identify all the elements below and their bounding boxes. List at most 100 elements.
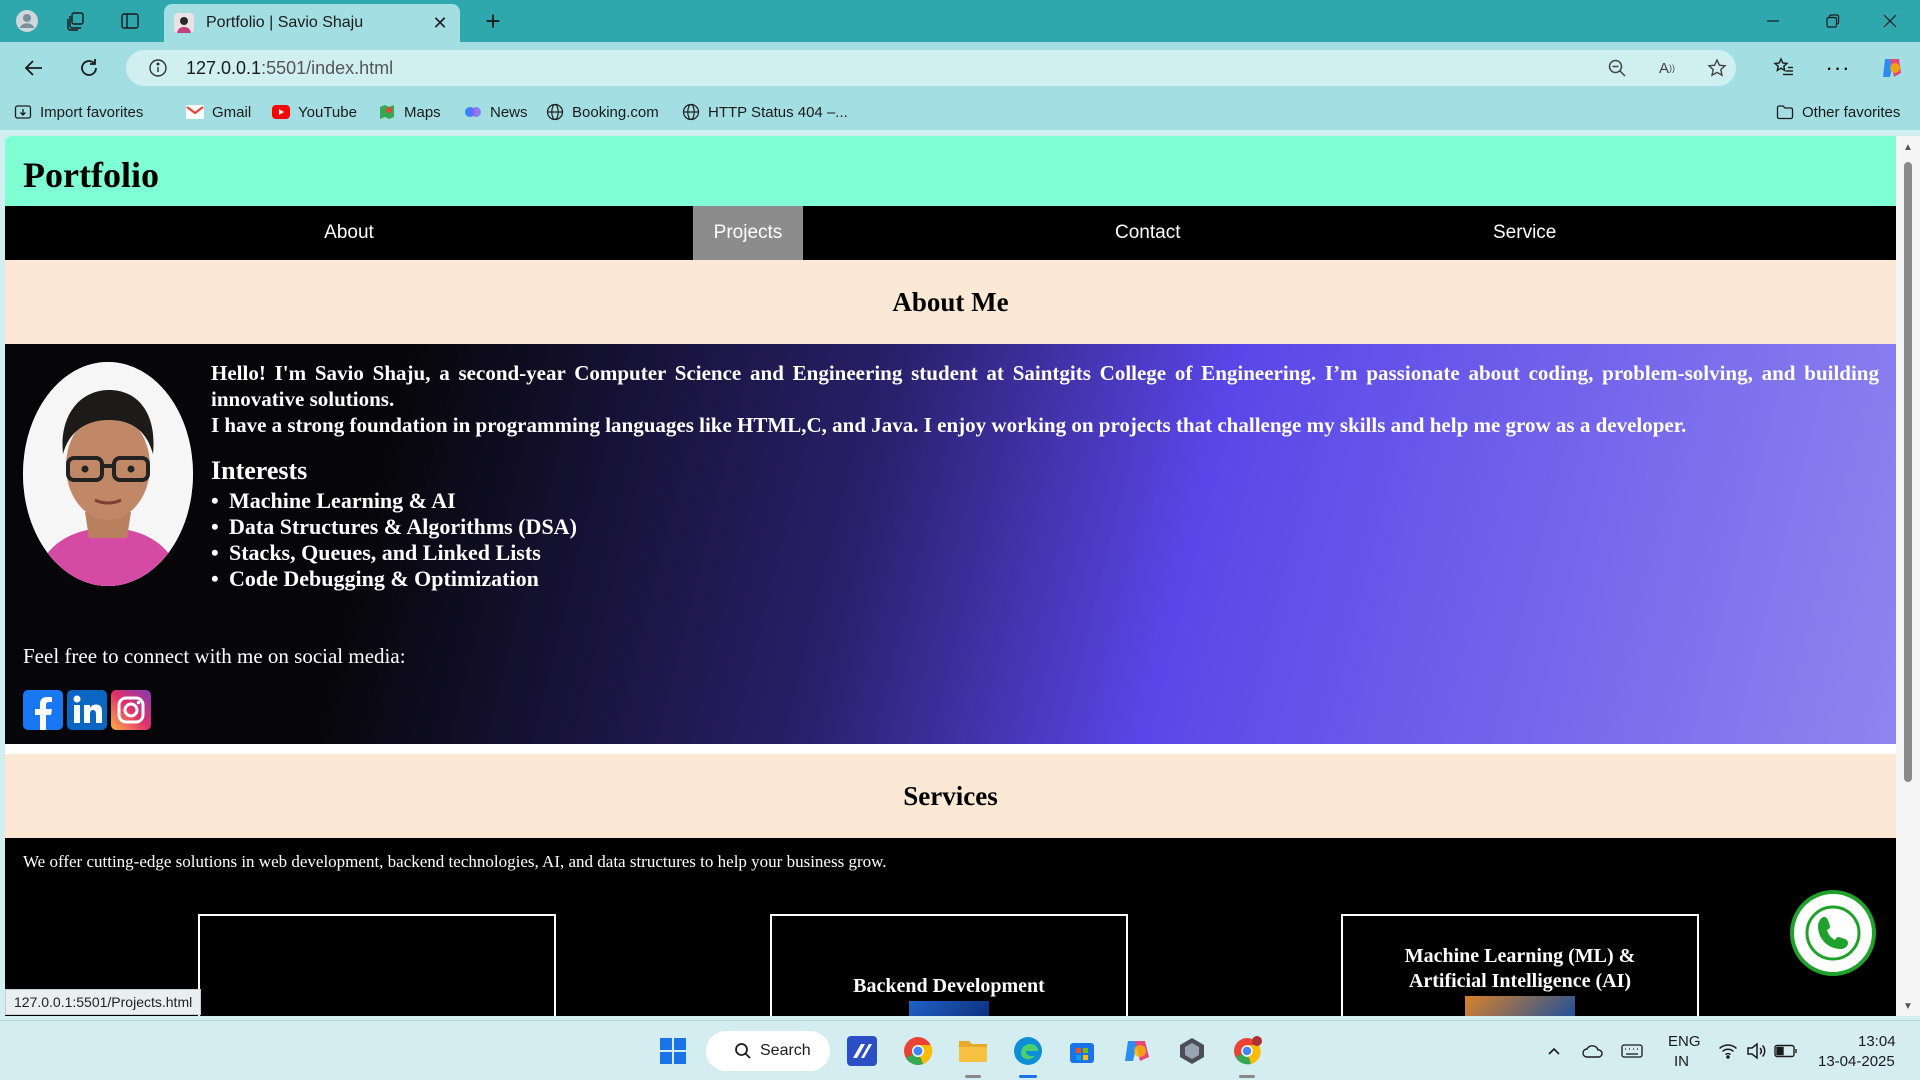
scroll-up-arrow-icon[interactable]: ▲	[1903, 142, 1913, 153]
volume-icon[interactable]	[1740, 1035, 1772, 1067]
bookmark-booking[interactable]: Booking.com	[546, 101, 659, 123]
bookmark-label: Import favorites	[40, 103, 144, 121]
service-card[interactable]	[198, 914, 556, 1016]
maps-icon	[378, 103, 396, 121]
url-host: 127.0.0.1	[186, 58, 262, 78]
microsoft-store-icon[interactable]	[1066, 1035, 1098, 1067]
region-indicator[interactable]: IN	[1674, 1053, 1689, 1070]
show-hidden-icons-chevron-icon[interactable]	[1538, 1035, 1570, 1067]
folder-icon	[1776, 103, 1794, 121]
news-icon	[464, 103, 482, 121]
window-close-button[interactable]	[1872, 6, 1908, 36]
list-item: Code Debugging & Optimization	[211, 566, 577, 592]
tab-close-icon[interactable]: ✕	[430, 13, 450, 34]
bookmark-import-favorites[interactable]: Import favorites	[14, 101, 143, 123]
scroll-down-arrow-icon[interactable]: ▼	[1903, 1001, 1913, 1012]
clock-date[interactable]: 13-04-2025	[1818, 1053, 1895, 1070]
refresh-icon[interactable]	[75, 54, 103, 82]
edge-icon[interactable]	[1012, 1035, 1044, 1067]
active-indicator	[965, 1075, 981, 1078]
service-title: Backend Development	[853, 975, 1045, 997]
bookmark-gmail[interactable]: Gmail	[186, 101, 251, 123]
active-indicator	[1019, 1075, 1037, 1078]
game-app-icon[interactable]	[1176, 1035, 1208, 1067]
scroll-thumb[interactable]	[1904, 162, 1912, 782]
minimize-button[interactable]	[1755, 6, 1791, 36]
page-scrollbar[interactable]: ▲ ▼	[1896, 136, 1920, 1016]
services-heading: Services	[903, 780, 998, 811]
intro-paragraph-1: Hello! I'm Savio Shaju, a second-year Co…	[211, 361, 1879, 411]
favorite-star-icon[interactable]	[1706, 57, 1728, 79]
active-tab[interactable]: Portfolio | Savio Shaju ✕	[164, 4, 460, 42]
profile-photo	[23, 362, 193, 586]
phone-call-icon[interactable]	[1790, 890, 1876, 976]
instagram-icon[interactable]	[111, 690, 151, 730]
favorites-list-icon[interactable]	[1770, 54, 1798, 82]
taskbar-search[interactable]: Search	[706, 1031, 830, 1071]
search-icon	[735, 1043, 751, 1059]
more-options-icon[interactable]: ···	[1824, 54, 1852, 82]
chrome-profile-icon[interactable]	[1231, 1035, 1263, 1067]
vscode-app-icon[interactable]	[846, 1035, 878, 1067]
nav-contact[interactable]: Contact	[803, 206, 1493, 260]
workspaces-icon[interactable]	[63, 8, 89, 34]
nav-about[interactable]: About	[5, 206, 693, 260]
tab-actions-icon[interactable]	[117, 8, 143, 34]
bookmark-youtube[interactable]: YouTube	[272, 101, 357, 123]
interests-heading: Interests	[211, 456, 308, 485]
bookmark-label: HTTP Status 404 –...	[708, 103, 848, 121]
intro-paragraph-2: I have a strong foundation in programmin…	[211, 413, 1687, 437]
chrome-icon[interactable]	[902, 1035, 934, 1067]
linkedin-icon[interactable]	[67, 690, 107, 730]
globe-icon	[682, 103, 700, 121]
nav-service[interactable]: Service	[1493, 206, 1896, 260]
connect-text: Feel free to connect with me on social m…	[23, 644, 406, 668]
services-intro: We offer cutting-edge solutions in web d…	[23, 852, 887, 871]
zoom-out-icon[interactable]	[1606, 57, 1628, 79]
site-info-icon[interactable]	[148, 58, 168, 83]
bookmark-label: News	[490, 103, 528, 121]
tab-favicon-icon	[174, 13, 194, 33]
bookmark-label: Maps	[404, 103, 441, 121]
copilot-app-icon[interactable]	[1121, 1035, 1153, 1067]
language-indicator[interactable]: ENG	[1668, 1033, 1701, 1050]
read-aloud-icon[interactable]: A))	[1656, 57, 1678, 79]
facebook-icon[interactable]	[23, 690, 63, 730]
search-label: Search	[760, 1042, 811, 1059]
about-heading: About Me	[892, 286, 1009, 317]
windows-start-icon[interactable]	[657, 1035, 689, 1067]
onedrive-cloud-icon[interactable]	[1577, 1035, 1609, 1067]
nav-projects[interactable]: Projects	[693, 206, 803, 260]
youtube-icon	[272, 103, 290, 121]
gmail-icon	[186, 103, 204, 121]
bookmark-label: Other favorites	[1802, 103, 1901, 121]
battery-icon[interactable]	[1770, 1035, 1802, 1067]
about-section: Hello! I'm Savio Shaju, a second-year Co…	[5, 344, 1896, 744]
profile-icon[interactable]	[14, 8, 40, 34]
bookmark-news[interactable]: News	[464, 101, 528, 123]
tab-bar: Portfolio | Savio Shaju ✕ +	[0, 0, 1920, 42]
bookmark-http-404[interactable]: HTTP Status 404 –...	[682, 101, 848, 123]
url-text[interactable]: 127.0.0.1:5501/index.html	[186, 58, 393, 79]
clock-time[interactable]: 13:04	[1858, 1033, 1896, 1050]
address-bar[interactable]: 127.0.0.1:5501/index.html A))	[126, 50, 1736, 86]
keyboard-icon[interactable]	[1616, 1035, 1648, 1067]
back-arrow-icon[interactable]	[20, 54, 48, 82]
import-icon	[14, 103, 32, 121]
bookmarks-bar: Import favorites Gmail YouTube Maps News…	[0, 94, 1920, 130]
copilot-icon[interactable]	[1878, 54, 1906, 82]
about-heading-band: About Me	[5, 260, 1896, 344]
bookmark-maps[interactable]: Maps	[378, 101, 441, 123]
intro-text: Hello! I'm Savio Shaju, a second-year Co…	[211, 360, 1879, 438]
new-tab-button[interactable]: +	[478, 6, 508, 36]
list-item: Machine Learning & AI	[211, 488, 577, 514]
file-explorer-icon[interactable]	[957, 1035, 989, 1067]
services-section: We offer cutting-edge solutions in web d…	[5, 838, 1896, 1016]
bookmark-other-favorites[interactable]: Other favorites	[1776, 101, 1900, 123]
browser-toolbar: 127.0.0.1:5501/index.html A)) ···	[0, 42, 1920, 94]
restore-button[interactable]	[1815, 6, 1851, 36]
taskbar: Search ENG IN 13:04 13-04-2025	[0, 1020, 1920, 1080]
service-card[interactable]: Machine Learning (ML) & Artificial Intel…	[1341, 914, 1699, 1016]
service-card[interactable]: Backend Development	[770, 914, 1128, 1016]
site-nav: About Projects Contact Service	[5, 206, 1896, 260]
